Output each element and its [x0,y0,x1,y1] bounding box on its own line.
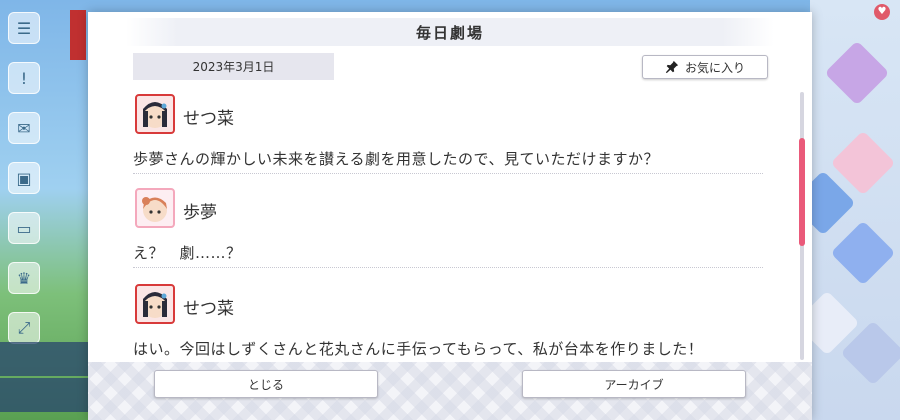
favorite-label: お気に入り [684,60,745,75]
close-label: とじる [247,377,284,392]
setsuna-avatar-icon [135,94,175,134]
heart-icon: ♥ [874,4,890,20]
background-tile [830,220,896,286]
dialog-title: 毎日劇場 [415,23,484,42]
background-panel [0,342,88,376]
speaker-name: 歩夢 [183,203,217,223]
expand-icon[interactable]: ⤢ [8,312,40,344]
pin-icon [665,60,679,74]
scrollbar-thumb[interactable] [799,138,805,246]
menu-icon[interactable]: ☰ [8,12,40,44]
dialogue-list[interactable]: せつ菜 歩夢さんの輝かしい未来を讃える劇を用意したので、見ていただけますか？ 歩… [133,94,765,364]
background-tile [824,40,890,106]
notice-icon[interactable]: ! [8,62,40,94]
gift-icon[interactable]: ▣ [8,162,40,194]
background-thumbnail [70,10,86,60]
dialog-title-bar: 毎日劇場 [126,18,774,46]
dialogue-text: 歩夢さんの輝かしい未来を讃える劇を用意したので、見ていただけますか？ [133,150,659,168]
background-tile [830,130,896,196]
speaker-name: せつ菜 [183,299,234,319]
dialogue-text: え？ 劇……？ [133,244,242,262]
daily-theater-dialog: 毎日劇場 2023年3月1日 お気に入り せつ菜 歩夢さんの輝かしい未来を讃える… [88,12,812,420]
close-button[interactable]: とじる [154,370,378,398]
top-right-status: ♥ [870,4,890,20]
ayumu-avatar-icon [135,188,175,228]
dialog-footer: とじる アーカイブ [88,362,812,420]
background-right-menu [790,0,900,420]
trophy-icon[interactable]: ♛ [8,262,40,294]
archive-label: アーカイブ [604,377,664,392]
favorite-button[interactable]: お気に入り [642,55,768,79]
screen-icon[interactable]: ▭ [8,212,40,244]
archive-button[interactable]: アーカイブ [522,370,746,398]
present-icon[interactable]: ✉ [8,112,40,144]
divider [133,267,763,268]
speaker-name: せつ菜 [183,109,234,129]
date-label: 2023年3月1日 [133,53,334,80]
dialogue-text: はい。今回はしずくさんと花丸さんに手伝ってもらって、私が台本を作りました！ [133,340,704,358]
background-panel [0,378,88,412]
setsuna-avatar-icon [135,284,175,324]
divider [133,173,763,174]
